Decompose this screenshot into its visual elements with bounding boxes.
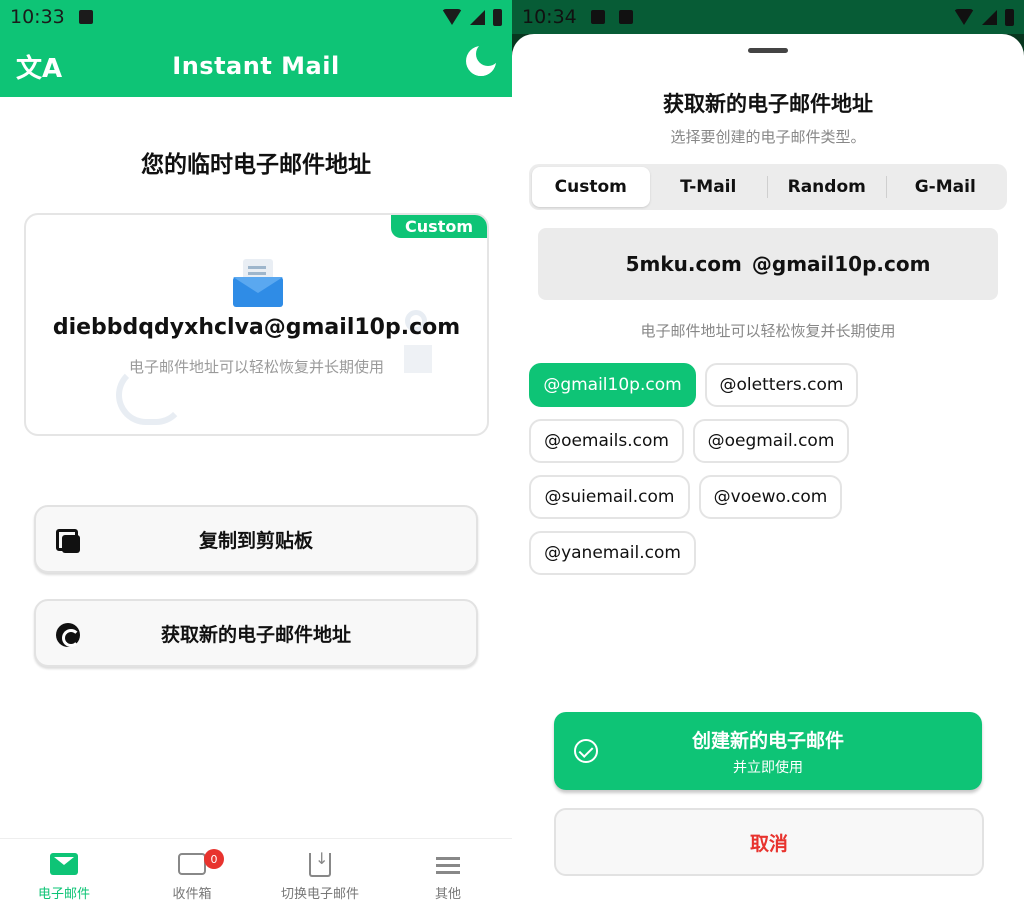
page-title: 您的临时电子邮件地址: [141, 152, 371, 178]
preview-domain: @gmail10p.com: [751, 252, 931, 276]
wifi-icon: [442, 9, 462, 25]
create-label: 创建新的电子邮件: [691, 729, 844, 752]
tab-tmail[interactable]: T-Mail: [650, 167, 768, 207]
notification-icon: [78, 10, 93, 24]
copy-button-label: 复制到剪贴板: [198, 529, 313, 552]
signal-icon: [982, 9, 997, 25]
new-address-button[interactable]: 获取新的电子邮件地址: [34, 599, 478, 667]
bottom-sheet: 获取新的电子邮件地址 选择要创建的电子邮件类型。 Custom T-Mail R…: [512, 34, 1024, 910]
domain-chip[interactable]: @oletters.com: [705, 363, 858, 407]
nav-label: 收件箱: [172, 887, 212, 902]
status-icons: [442, 8, 502, 26]
nav-label: 电子邮件: [37, 887, 90, 902]
battery-icon: [1005, 8, 1014, 26]
nav-item-inbox[interactable]: 0 收件箱: [128, 839, 256, 910]
signal-icon: [470, 9, 485, 25]
nav-item-switch[interactable]: 切换电子邮件: [256, 839, 384, 910]
preview-user: 5mku.com: [625, 252, 742, 276]
mail-icon: [50, 853, 78, 875]
tab-random[interactable]: Random: [768, 167, 886, 207]
type-selector: Custom T-Mail Random G-Mail: [529, 164, 1007, 210]
copy-icon: [56, 529, 80, 553]
bottom-nav: 电子邮件 0 收件箱 切换电子邮件 其他: [0, 838, 512, 910]
switch-icon: [309, 849, 331, 877]
right-screen: 10:34 获取新的电子邮件地址 选择要创建的电子邮件类型。 Custom T-…: [512, 0, 1024, 910]
new-address-label: 获取新的电子邮件地址: [160, 623, 351, 646]
domain-chip[interactable]: @voewo.com: [699, 475, 842, 519]
copy-button[interactable]: 复制到剪贴板: [34, 505, 478, 573]
address-preview[interactable]: 5mku.com @gmail10p.com: [538, 228, 998, 300]
sheet-title: 获取新的电子邮件地址: [663, 92, 873, 116]
wifi-icon: [954, 9, 974, 25]
refresh-icon: [56, 623, 80, 647]
nav-item-other[interactable]: 其他: [384, 839, 512, 910]
inbox-count-badge: 0: [204, 849, 224, 869]
create-sublabel: 并立即使用: [733, 759, 803, 776]
nav-label: 切换电子邮件: [280, 887, 359, 902]
left-screen: 10:33 文A Instant Mail 您的临时电子邮件地址 Custom …: [0, 0, 512, 910]
moon-icon[interactable]: [466, 42, 500, 76]
domain-chip[interactable]: @gmail10p.com: [529, 363, 696, 407]
email-card: Custom diebbdqdyxhclva@gmail10p.com 电子邮件…: [24, 213, 489, 436]
menu-icon: [436, 857, 460, 860]
cancel-button[interactable]: 取消: [554, 808, 984, 876]
domain-chip[interactable]: @oemails.com: [529, 419, 684, 463]
type-badge: Custom: [391, 215, 487, 238]
email-note: 电子邮件地址可以轻松恢复并长期使用: [128, 358, 384, 376]
status-icons: [954, 8, 1014, 26]
nav-item-email[interactable]: 电子邮件: [0, 839, 128, 910]
battery-icon: [493, 8, 502, 26]
domain-chip[interactable]: @suiemail.com: [529, 475, 690, 519]
status-bar: 10:34: [512, 0, 1024, 34]
inbox-icon: [178, 853, 206, 875]
domain-chip[interactable]: @oegmail.com: [693, 419, 849, 463]
sheet-subtitle: 选择要创建的电子邮件类型。: [670, 128, 866, 146]
status-time: 10:34: [522, 6, 577, 28]
create-email-button[interactable]: 创建新的电子邮件 并立即使用: [554, 712, 982, 790]
nav-label: 其他: [434, 887, 461, 902]
mail-icon: [233, 259, 283, 307]
tab-custom[interactable]: Custom: [532, 167, 650, 207]
notification-icon: [618, 10, 633, 24]
app-title: Instant Mail: [172, 51, 340, 80]
email-address[interactable]: diebbdqdyxhclva@gmail10p.com: [26, 315, 487, 340]
status-time: 10:33: [10, 6, 65, 28]
domain-chip[interactable]: @yanemail.com: [529, 531, 696, 575]
drag-handle[interactable]: [748, 48, 788, 53]
status-bar: 10:33: [0, 0, 512, 34]
sheet-hint: 电子邮件地址可以轻松恢复并长期使用: [640, 322, 896, 340]
app-bar: 文A Instant Mail: [0, 34, 512, 97]
translate-icon[interactable]: 文A: [16, 48, 62, 85]
tab-gmail[interactable]: G-Mail: [887, 167, 1005, 207]
image-icon: [590, 10, 605, 24]
check-circle-icon: [574, 739, 598, 763]
